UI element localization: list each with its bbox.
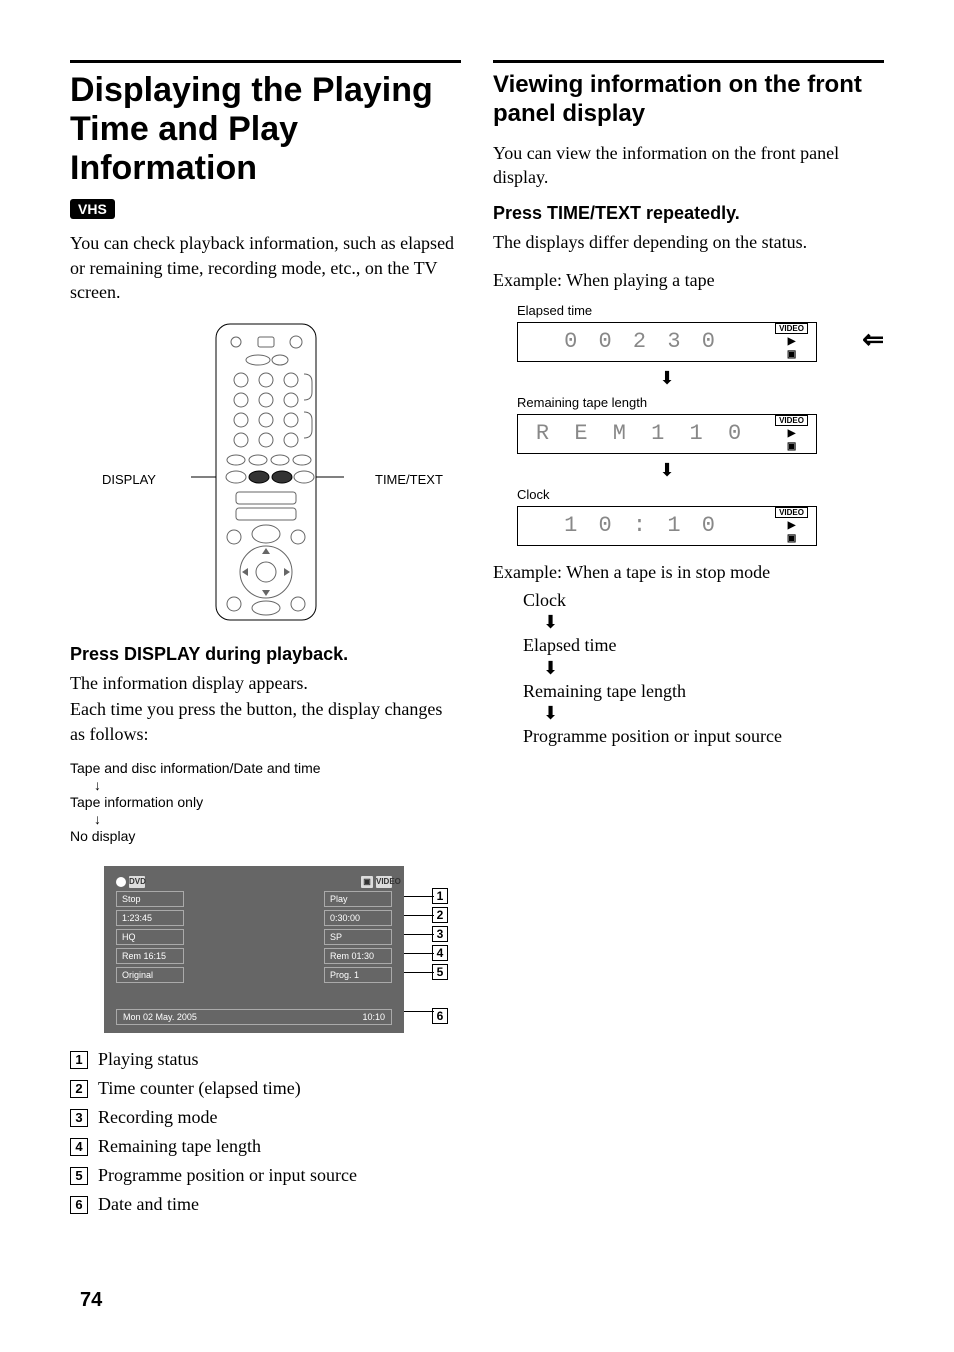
osd-video-column: ▣VIDEO Play 0:30:00 SP Rem 01:30 Prog. 1 xyxy=(324,876,392,983)
osd-panel: DVD Stop 1:23:45 HQ Rem 16:15 Original ▣… xyxy=(104,866,404,1033)
osd-cell: Rem 01:30 xyxy=(324,948,392,964)
legend-text: Date and time xyxy=(98,1194,199,1215)
video-tag: VIDEO xyxy=(775,415,808,426)
cassette-icon: ▣ xyxy=(787,441,796,452)
front-panel-display: 0 0 2 3 0 VIDEO ▶ ▣ xyxy=(517,322,817,362)
legend-text: Recording mode xyxy=(98,1107,217,1128)
front-panel-display: 1 0 : 1 0 VIDEO ▶ ▣ xyxy=(517,506,817,546)
legend-text: Playing status xyxy=(98,1049,199,1070)
left-arrow-icon: ⇐ xyxy=(862,325,884,355)
video-tag: VIDEO xyxy=(775,507,808,518)
segment-readout: R E M 1 1 0 xyxy=(518,421,765,446)
timetext-button-label: TIME/TEXT xyxy=(375,472,443,487)
flow-step: Tape and disc information/Date and time xyxy=(70,760,461,776)
cassette-icon: ▣ xyxy=(787,349,796,360)
example-2-label: Example: When a tape is in stop mode xyxy=(493,560,884,584)
vhs-badge: VHS xyxy=(70,199,115,219)
front-panel-display: R E M 1 1 0 VIDEO ▶ ▣ xyxy=(517,414,817,454)
osd-cell: Rem 16:15 xyxy=(116,948,184,964)
down-arrow-icon: ⬇ xyxy=(543,703,884,724)
down-arrow-icon: ⬇ xyxy=(517,460,817,481)
down-arrow-icon: ↓ xyxy=(94,778,461,792)
osd-dvd-column: DVD Stop 1:23:45 HQ Rem 16:15 Original xyxy=(116,876,184,983)
press-timetext-body: The displays differ depending on the sta… xyxy=(493,230,884,254)
osd-cell: Play xyxy=(324,891,392,907)
play-icon: ▶ xyxy=(788,336,796,347)
flow-step: Programme position or input source xyxy=(523,724,884,748)
page-number: 74 xyxy=(80,1289,102,1312)
press-body-2: Each time you press the button, the disp… xyxy=(70,697,461,746)
press-body-1: The information display appears. xyxy=(70,671,461,695)
osd-cell: 1:23:45 xyxy=(116,910,184,926)
osd-cell: Prog. 1 xyxy=(324,967,392,983)
down-arrow-icon: ⬇ xyxy=(543,658,884,679)
play-icon: ▶ xyxy=(788,520,796,531)
panel-label: Remaining tape length xyxy=(517,395,884,410)
remote-figure: DISPLAY TIME/TEXT xyxy=(70,322,461,622)
legend-num: 5 xyxy=(70,1167,88,1185)
legend-text: Programme position or input source xyxy=(98,1165,357,1186)
legend-num: 3 xyxy=(70,1109,88,1127)
legend-text: Time counter (elapsed time) xyxy=(98,1078,301,1099)
callout-num: 1 xyxy=(432,888,448,904)
down-arrow-icon: ⬇ xyxy=(543,612,884,633)
legend-num: 4 xyxy=(70,1138,88,1156)
page-title: Displaying the Playing Time and Play Inf… xyxy=(70,71,461,188)
section-title: Viewing information on the front panel d… xyxy=(493,71,884,129)
display-flow: Tape and disc information/Date and time … xyxy=(70,760,461,844)
flow-step: Tape information only xyxy=(70,794,461,810)
segment-readout: 0 0 2 3 0 xyxy=(518,329,765,354)
section-intro: You can view the information on the fron… xyxy=(493,141,884,190)
cassette-icon: ▣ xyxy=(361,876,373,888)
flow-step: Remaining tape length xyxy=(523,679,884,703)
video-icon: VIDEO xyxy=(376,876,392,888)
osd-cell: SP xyxy=(324,929,392,945)
segment-readout: 1 0 : 1 0 xyxy=(518,513,765,538)
flow-step: No display xyxy=(70,828,461,844)
callout-num: 5 xyxy=(432,964,448,980)
press-display-heading: Press DISPLAY during playback. xyxy=(70,644,461,665)
play-icon: ▶ xyxy=(788,428,796,439)
example-1-label: Example: When playing a tape xyxy=(493,268,884,292)
intro-text: You can check playback information, such… xyxy=(70,231,461,304)
callout-num: 6 xyxy=(432,1008,448,1024)
flow-step: Clock xyxy=(523,588,884,612)
osd-cell: 0:30:00 xyxy=(324,910,392,926)
panel-label: Clock xyxy=(517,487,884,502)
legend-text: Remaining tape length xyxy=(98,1136,261,1157)
dot-icon xyxy=(116,877,126,887)
osd-time: 10:10 xyxy=(362,1012,385,1022)
panel-group: Elapsed time 0 0 2 3 0 VIDEO ▶ ▣ ⇐ ⬇ Rem… xyxy=(517,303,884,546)
down-arrow-icon: ⬇ xyxy=(517,368,817,389)
osd-cell: Original xyxy=(116,967,184,983)
panel-label: Elapsed time xyxy=(517,303,858,318)
remote-icon xyxy=(186,322,346,622)
osd-date: Mon 02 May. 2005 xyxy=(123,1012,197,1022)
legend-num: 6 xyxy=(70,1196,88,1214)
osd-cell: Stop xyxy=(116,891,184,907)
legend-num: 2 xyxy=(70,1080,88,1098)
stop-mode-flow: Clock ⬇ Elapsed time ⬇ Remaining tape le… xyxy=(523,588,884,748)
legend-num: 1 xyxy=(70,1051,88,1069)
video-tag: VIDEO xyxy=(775,323,808,334)
cassette-icon: ▣ xyxy=(787,533,796,544)
display-button-label: DISPLAY xyxy=(102,472,156,487)
dvd-icon: DVD xyxy=(129,876,145,888)
osd-cell: HQ xyxy=(116,929,184,945)
callout-num: 4 xyxy=(432,945,448,961)
callout-num: 3 xyxy=(432,926,448,942)
down-arrow-icon: ↓ xyxy=(94,812,461,826)
legend-list: 1 Playing status 2 Time counter (elapsed t… xyxy=(70,1049,461,1215)
press-timetext-heading: Press TIME/TEXT repeatedly. xyxy=(493,203,884,224)
callout-num: 2 xyxy=(432,907,448,923)
flow-step: Elapsed time xyxy=(523,633,884,657)
